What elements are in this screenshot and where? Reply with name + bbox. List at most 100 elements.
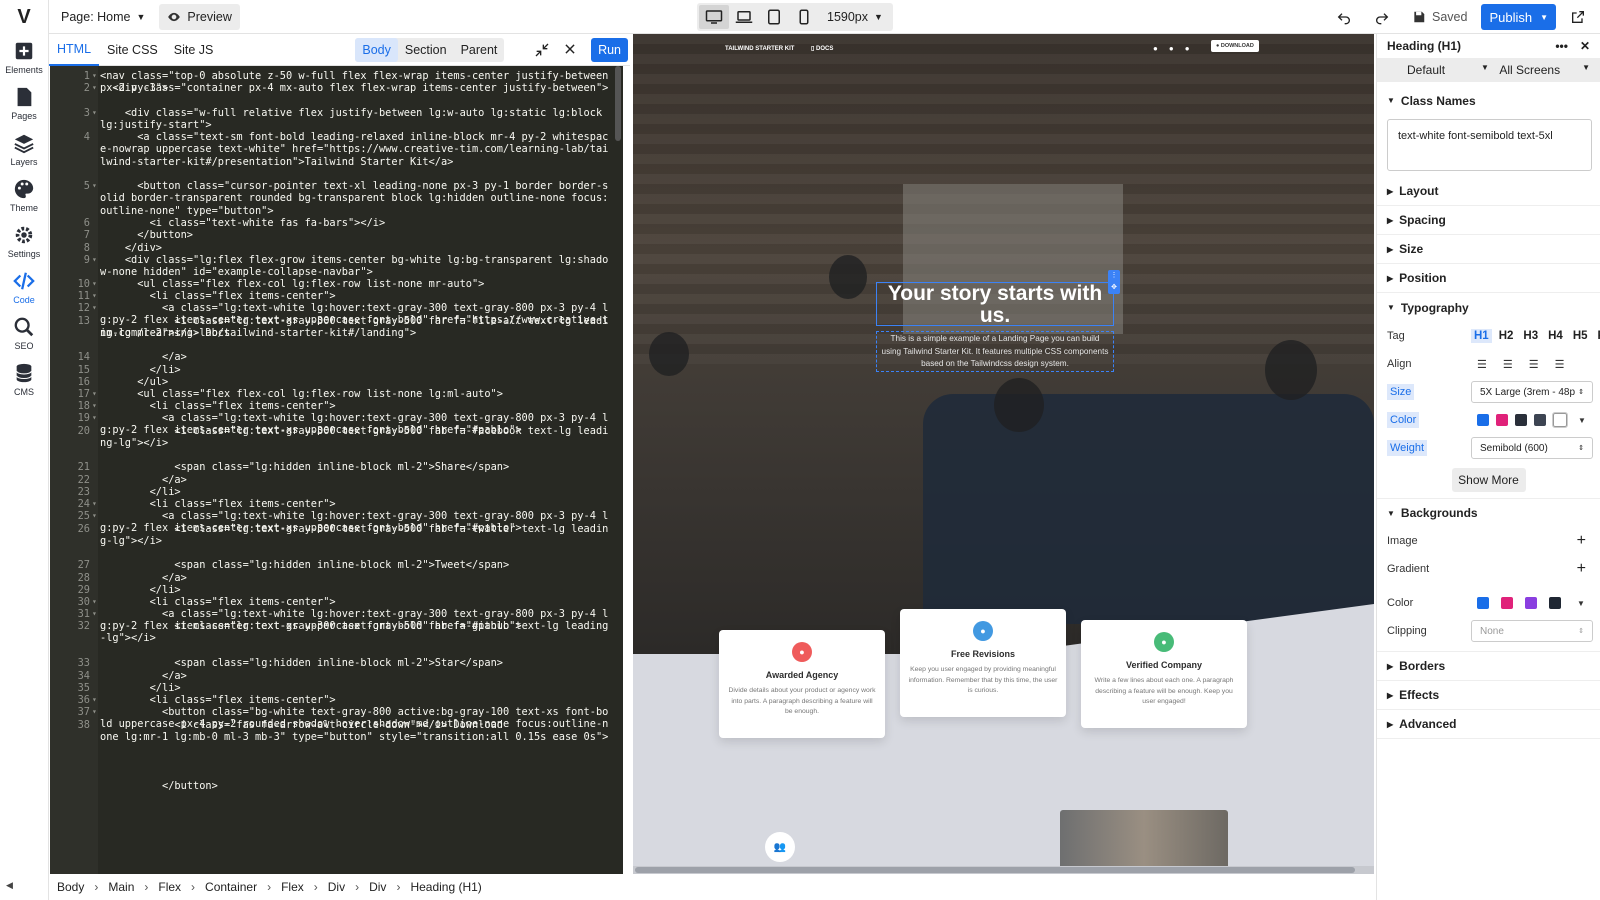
layout-section[interactable]: ▶ Layout: [1377, 177, 1600, 206]
mobile-device-button[interactable]: [789, 5, 819, 29]
tab-html[interactable]: HTML: [49, 34, 100, 66]
align-center-icon[interactable]: ☰: [1503, 358, 1513, 371]
rail-item-cms[interactable]: CMS: [0, 356, 48, 402]
rail-item-elements[interactable]: Elements: [0, 34, 48, 80]
tab-site-css[interactable]: Site CSS: [99, 34, 166, 66]
weight-select[interactable]: Semibold (600) ⇕: [1471, 437, 1593, 459]
rail-item-theme[interactable]: Theme: [0, 172, 48, 218]
tag-button-h4[interactable]: H4: [1545, 329, 1566, 343]
advanced-section[interactable]: ▶ Advanced: [1377, 710, 1600, 739]
breadcrumb-item[interactable]: Heading (H1): [410, 880, 481, 894]
color-swatch[interactable]: [1549, 597, 1561, 609]
close-icon[interactable]: ✕: [1580, 39, 1590, 53]
tag-button-h1[interactable]: H1: [1471, 329, 1492, 343]
rail-item-pages[interactable]: Pages: [0, 80, 48, 126]
selection-toolbar[interactable]: ⋮ ✥: [1108, 270, 1120, 294]
hero-section[interactable]: Tailwind Starter Kit ▯ Docs ● ● ● ● Down…: [633, 34, 1374, 654]
scope-body[interactable]: Body: [355, 37, 398, 62]
collapse-button[interactable]: [534, 42, 550, 61]
chevron-down-icon[interactable]: ▼: [1578, 416, 1586, 425]
run-button[interactable]: Run: [591, 38, 628, 62]
effects-section[interactable]: ▶ Effects: [1377, 681, 1600, 710]
nav-brand-link[interactable]: Tailwind Starter Kit: [725, 46, 794, 52]
preview-button[interactable]: Preview: [159, 3, 240, 30]
undo-button[interactable]: [1328, 4, 1360, 30]
class-names-input[interactable]: text-white font-semibold text-5xl: [1387, 119, 1592, 171]
scope-section[interactable]: Section: [398, 38, 454, 62]
add-image-icon[interactable]: +: [1577, 532, 1586, 550]
breadcrumb-item[interactable]: Div: [328, 880, 345, 894]
fold-caret-icon[interactable]: ▾: [92, 70, 97, 82]
facebook-icon[interactable]: ●: [1153, 44, 1158, 53]
add-gradient-icon[interactable]: +: [1577, 560, 1586, 578]
fold-caret-icon[interactable]: ▾: [92, 608, 97, 620]
code-scrollbar[interactable]: [615, 66, 621, 141]
rail-item-settings[interactable]: Settings: [0, 218, 48, 264]
tag-button-h3[interactable]: H3: [1520, 329, 1541, 343]
fold-caret-icon[interactable]: ▾: [92, 254, 97, 266]
selected-heading[interactable]: Your story starts with us.: [876, 282, 1114, 327]
color-swatch[interactable]: [1501, 597, 1513, 609]
fold-caret-icon[interactable]: ▾: [92, 82, 97, 94]
nav-download-button[interactable]: ● Download: [1211, 40, 1259, 52]
hero-paragraph[interactable]: This is a simple example of a Landing Pa…: [876, 331, 1114, 372]
code-editor[interactable]: 1 ▾ <nav class="top-0 absolute z-50 w-full…: [50, 66, 623, 874]
align-justify-icon[interactable]: ☰: [1555, 358, 1565, 371]
fold-caret-icon[interactable]: ▾: [92, 694, 97, 706]
app-logo[interactable]: V: [0, 0, 48, 34]
scope-parent[interactable]: Parent: [454, 38, 505, 62]
more-horizontal-icon[interactable]: •••: [1555, 39, 1568, 53]
publish-button[interactable]: Publish ▼: [1481, 4, 1556, 30]
breadcrumb-item[interactable]: Flex: [158, 880, 181, 894]
screen-select[interactable]: All Screens ▼: [1499, 63, 1590, 77]
size-section[interactable]: ▶ Size: [1377, 235, 1600, 264]
breadcrumb-item[interactable]: Div: [369, 880, 386, 894]
breadcrumb-item[interactable]: Body: [57, 880, 84, 894]
fold-caret-icon[interactable]: ▾: [92, 290, 97, 302]
tab-site-js[interactable]: Site JS: [166, 34, 222, 66]
backgrounds-section[interactable]: ▼ Backgrounds: [1377, 498, 1600, 527]
align-left-icon[interactable]: ☰: [1477, 358, 1487, 371]
tag-button-p[interactable]: P: [1595, 329, 1600, 343]
fold-caret-icon[interactable]: ▾: [92, 388, 97, 400]
fold-caret-icon[interactable]: ▾: [92, 412, 97, 424]
clipping-select[interactable]: None ⇕: [1471, 620, 1593, 642]
page-select[interactable]: Page: Home ▼: [53, 4, 153, 30]
rail-item-layers[interactable]: Layers: [0, 126, 48, 172]
fold-caret-icon[interactable]: ▾: [92, 107, 97, 119]
color-swatch[interactable]: [1515, 414, 1527, 426]
nav-docs-link[interactable]: ▯ Docs: [811, 45, 833, 52]
show-more-button[interactable]: Show More: [1451, 468, 1526, 492]
breadcrumb-item[interactable]: Container: [205, 880, 257, 894]
borders-section[interactable]: ▶ Borders: [1377, 652, 1600, 681]
redo-button[interactable]: [1366, 4, 1398, 30]
twitter-icon[interactable]: ●: [1169, 44, 1174, 53]
width-select[interactable]: 1590px ▼: [819, 4, 891, 30]
collapse-left-icon[interactable]: ◀: [6, 880, 13, 891]
breadcrumb-item[interactable]: Main: [108, 880, 134, 894]
fold-caret-icon[interactable]: ▾: [92, 706, 97, 718]
fold-caret-icon[interactable]: ▾: [92, 400, 97, 412]
laptop-device-button[interactable]: [729, 5, 759, 29]
align-right-icon[interactable]: ☰: [1529, 358, 1539, 371]
fold-caret-icon[interactable]: ▾: [92, 180, 97, 192]
open-external-button[interactable]: [1562, 4, 1594, 30]
canvas-scrollbar[interactable]: [633, 866, 1374, 874]
position-section[interactable]: ▶ Position: [1377, 264, 1600, 293]
feature-card[interactable]: ● Awarded Agency Divide details about your…: [719, 630, 885, 738]
tag-button-h5[interactable]: H5: [1570, 329, 1591, 343]
rail-item-code[interactable]: Code: [0, 264, 48, 310]
color-swatch[interactable]: [1552, 412, 1568, 428]
tablet-device-button[interactable]: [759, 5, 789, 29]
spacing-section[interactable]: ▶ Spacing: [1377, 206, 1600, 235]
class-names-section[interactable]: ▼ Class Names: [1377, 86, 1600, 115]
canvas-scroll-thumb[interactable]: [635, 867, 1355, 873]
color-swatch[interactable]: [1534, 414, 1546, 426]
color-swatch[interactable]: [1525, 597, 1537, 609]
github-icon[interactable]: ●: [1185, 44, 1190, 53]
fold-caret-icon[interactable]: ▾: [92, 302, 97, 314]
fold-caret-icon[interactable]: ▾: [92, 510, 97, 522]
chevron-down-icon[interactable]: ▼: [1577, 599, 1585, 608]
color-swatch[interactable]: [1477, 597, 1489, 609]
feature-card[interactable]: ● Free Revisions Keep you user engaged by …: [900, 609, 1066, 717]
